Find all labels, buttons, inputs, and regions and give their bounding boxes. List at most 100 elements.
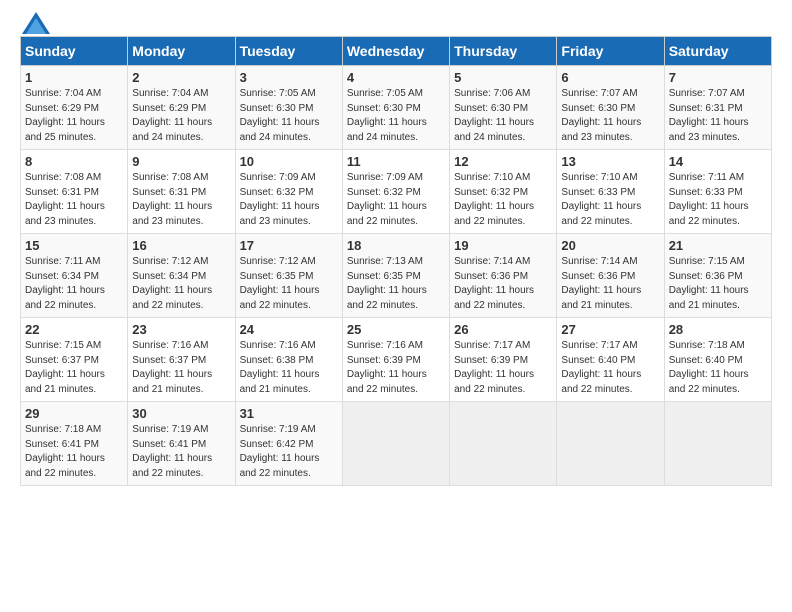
day-info: Sunrise: 7:15 AMSunset: 6:36 PMDaylight:…	[669, 255, 767, 313]
calendar-day-header: Monday	[128, 37, 235, 66]
day-info: Sunrise: 7:14 AMSunset: 6:36 PMDaylight:…	[561, 255, 659, 313]
calendar-day-header: Friday	[557, 37, 664, 66]
day-info: Sunrise: 7:08 AMSunset: 6:31 PMDaylight:…	[132, 171, 230, 229]
calendar-cell: 24 Sunrise: 7:16 AMSunset: 6:38 PMDayligh…	[235, 318, 342, 402]
calendar-cell: 12 Sunrise: 7:10 AMSunset: 6:32 PMDayligh…	[450, 150, 557, 234]
day-info: Sunrise: 7:18 AMSunset: 6:41 PMDaylight:…	[25, 423, 123, 481]
day-number: 26	[454, 322, 552, 337]
day-info: Sunrise: 7:11 AMSunset: 6:34 PMDaylight:…	[25, 255, 123, 313]
calendar-cell: 21 Sunrise: 7:15 AMSunset: 6:36 PMDayligh…	[664, 234, 771, 318]
day-number: 23	[132, 322, 230, 337]
calendar-cell: 6 Sunrise: 7:07 AMSunset: 6:30 PMDaylight…	[557, 66, 664, 150]
day-number: 14	[669, 154, 767, 169]
calendar-day-header: Wednesday	[342, 37, 449, 66]
day-info: Sunrise: 7:10 AMSunset: 6:33 PMDaylight:…	[561, 171, 659, 229]
calendar-cell: 15 Sunrise: 7:11 AMSunset: 6:34 PMDayligh…	[21, 234, 128, 318]
calendar-cell: 20 Sunrise: 7:14 AMSunset: 6:36 PMDayligh…	[557, 234, 664, 318]
calendar-cell: 30 Sunrise: 7:19 AMSunset: 6:41 PMDayligh…	[128, 402, 235, 486]
day-number: 4	[347, 70, 445, 85]
day-number: 9	[132, 154, 230, 169]
day-number: 30	[132, 406, 230, 421]
day-info: Sunrise: 7:16 AMSunset: 6:39 PMDaylight:…	[347, 339, 445, 397]
calendar-cell	[342, 402, 449, 486]
calendar-week-row: 8 Sunrise: 7:08 AMSunset: 6:31 PMDaylight…	[21, 150, 772, 234]
calendar-week-row: 22 Sunrise: 7:15 AMSunset: 6:37 PMDayligh…	[21, 318, 772, 402]
day-info: Sunrise: 7:16 AMSunset: 6:37 PMDaylight:…	[132, 339, 230, 397]
calendar-cell: 5 Sunrise: 7:06 AMSunset: 6:30 PMDaylight…	[450, 66, 557, 150]
calendar-cell: 19 Sunrise: 7:14 AMSunset: 6:36 PMDayligh…	[450, 234, 557, 318]
day-number: 20	[561, 238, 659, 253]
day-info: Sunrise: 7:12 AMSunset: 6:35 PMDaylight:…	[240, 255, 338, 313]
calendar-cell: 1Sunrise: 7:04 AMSunset: 6:29 PMDaylight…	[21, 66, 128, 150]
calendar-cell: 11Sunrise: 7:09 AMSunset: 6:32 PMDayligh…	[342, 150, 449, 234]
calendar-cell	[557, 402, 664, 486]
day-number: 15	[25, 238, 123, 253]
day-info: Sunrise: 7:15 AMSunset: 6:37 PMDaylight:…	[25, 339, 123, 397]
day-number: 3	[240, 70, 338, 85]
calendar-cell: 23 Sunrise: 7:16 AMSunset: 6:37 PMDayligh…	[128, 318, 235, 402]
day-info: Sunrise: 7:07 AMSunset: 6:31 PMDaylight:…	[669, 87, 767, 145]
calendar-cell: 14 Sunrise: 7:11 AMSunset: 6:33 PMDayligh…	[664, 150, 771, 234]
day-number: 16	[132, 238, 230, 253]
day-info: Sunrise: 7:09 AMSunset: 6:32 PMDaylight:…	[347, 171, 445, 229]
logo-icon	[22, 12, 50, 34]
calendar-cell: 3 Sunrise: 7:05 AMSunset: 6:30 PMDaylight…	[235, 66, 342, 150]
calendar-week-row: 1Sunrise: 7:04 AMSunset: 6:29 PMDaylight…	[21, 66, 772, 150]
day-number: 7	[669, 70, 767, 85]
day-info: Sunrise: 7:14 AMSunset: 6:36 PMDaylight:…	[454, 255, 552, 313]
day-info: Sunrise: 7:04 AMSunset: 6:29 PMDaylight:…	[25, 87, 123, 145]
calendar-cell	[450, 402, 557, 486]
calendar-cell: 18Sunrise: 7:13 AMSunset: 6:35 PMDayligh…	[342, 234, 449, 318]
day-info: Sunrise: 7:04 AMSunset: 6:29 PMDaylight:…	[132, 87, 230, 145]
page-header	[20, 20, 772, 26]
day-info: Sunrise: 7:07 AMSunset: 6:30 PMDaylight:…	[561, 87, 659, 145]
calendar-cell: 16 Sunrise: 7:12 AMSunset: 6:34 PMDayligh…	[128, 234, 235, 318]
day-number: 17	[240, 238, 338, 253]
day-info: Sunrise: 7:19 AMSunset: 6:41 PMDaylight:…	[132, 423, 230, 481]
calendar-week-row: 29Sunrise: 7:18 AMSunset: 6:41 PMDayligh…	[21, 402, 772, 486]
calendar-header-row: SundayMondayTuesdayWednesdayThursdayFrid…	[21, 37, 772, 66]
day-info: Sunrise: 7:12 AMSunset: 6:34 PMDaylight:…	[132, 255, 230, 313]
day-info: Sunrise: 7:18 AMSunset: 6:40 PMDaylight:…	[669, 339, 767, 397]
day-number: 18	[347, 238, 445, 253]
calendar-cell: 17 Sunrise: 7:12 AMSunset: 6:35 PMDayligh…	[235, 234, 342, 318]
calendar-cell: 22 Sunrise: 7:15 AMSunset: 6:37 PMDayligh…	[21, 318, 128, 402]
calendar-day-header: Sunday	[21, 37, 128, 66]
calendar-week-row: 15 Sunrise: 7:11 AMSunset: 6:34 PMDayligh…	[21, 234, 772, 318]
calendar-cell: 31 Sunrise: 7:19 AMSunset: 6:42 PMDayligh…	[235, 402, 342, 486]
day-info: Sunrise: 7:19 AMSunset: 6:42 PMDaylight:…	[240, 423, 338, 481]
day-number: 12	[454, 154, 552, 169]
day-info: Sunrise: 7:11 AMSunset: 6:33 PMDaylight:…	[669, 171, 767, 229]
day-info: Sunrise: 7:10 AMSunset: 6:32 PMDaylight:…	[454, 171, 552, 229]
day-info: Sunrise: 7:05 AMSunset: 6:30 PMDaylight:…	[240, 87, 338, 145]
calendar-cell: 9 Sunrise: 7:08 AMSunset: 6:31 PMDaylight…	[128, 150, 235, 234]
calendar-cell: 26Sunrise: 7:17 AMSunset: 6:39 PMDayligh…	[450, 318, 557, 402]
calendar-cell: 8Sunrise: 7:08 AMSunset: 6:31 PMDaylight…	[21, 150, 128, 234]
day-number: 10	[240, 154, 338, 169]
day-info: Sunrise: 7:05 AMSunset: 6:30 PMDaylight:…	[347, 87, 445, 145]
calendar-cell: 7 Sunrise: 7:07 AMSunset: 6:31 PMDaylight…	[664, 66, 771, 150]
day-number: 21	[669, 238, 767, 253]
calendar-day-header: Saturday	[664, 37, 771, 66]
calendar-cell: 4 Sunrise: 7:05 AMSunset: 6:30 PMDaylight…	[342, 66, 449, 150]
day-number: 19	[454, 238, 552, 253]
day-number: 13	[561, 154, 659, 169]
calendar-cell: 10Sunrise: 7:09 AMSunset: 6:32 PMDayligh…	[235, 150, 342, 234]
day-number: 5	[454, 70, 552, 85]
day-info: Sunrise: 7:16 AMSunset: 6:38 PMDaylight:…	[240, 339, 338, 397]
day-info: Sunrise: 7:06 AMSunset: 6:30 PMDaylight:…	[454, 87, 552, 145]
calendar-cell: 25 Sunrise: 7:16 AMSunset: 6:39 PMDayligh…	[342, 318, 449, 402]
day-number: 6	[561, 70, 659, 85]
calendar-day-header: Tuesday	[235, 37, 342, 66]
calendar-cell: 29Sunrise: 7:18 AMSunset: 6:41 PMDayligh…	[21, 402, 128, 486]
day-number: 2	[132, 70, 230, 85]
day-number: 31	[240, 406, 338, 421]
day-number: 8	[25, 154, 123, 169]
day-number: 22	[25, 322, 123, 337]
day-number: 27	[561, 322, 659, 337]
calendar-table: SundayMondayTuesdayWednesdayThursdayFrid…	[20, 36, 772, 486]
day-number: 24	[240, 322, 338, 337]
calendar-day-header: Thursday	[450, 37, 557, 66]
calendar-cell	[664, 402, 771, 486]
day-number: 25	[347, 322, 445, 337]
